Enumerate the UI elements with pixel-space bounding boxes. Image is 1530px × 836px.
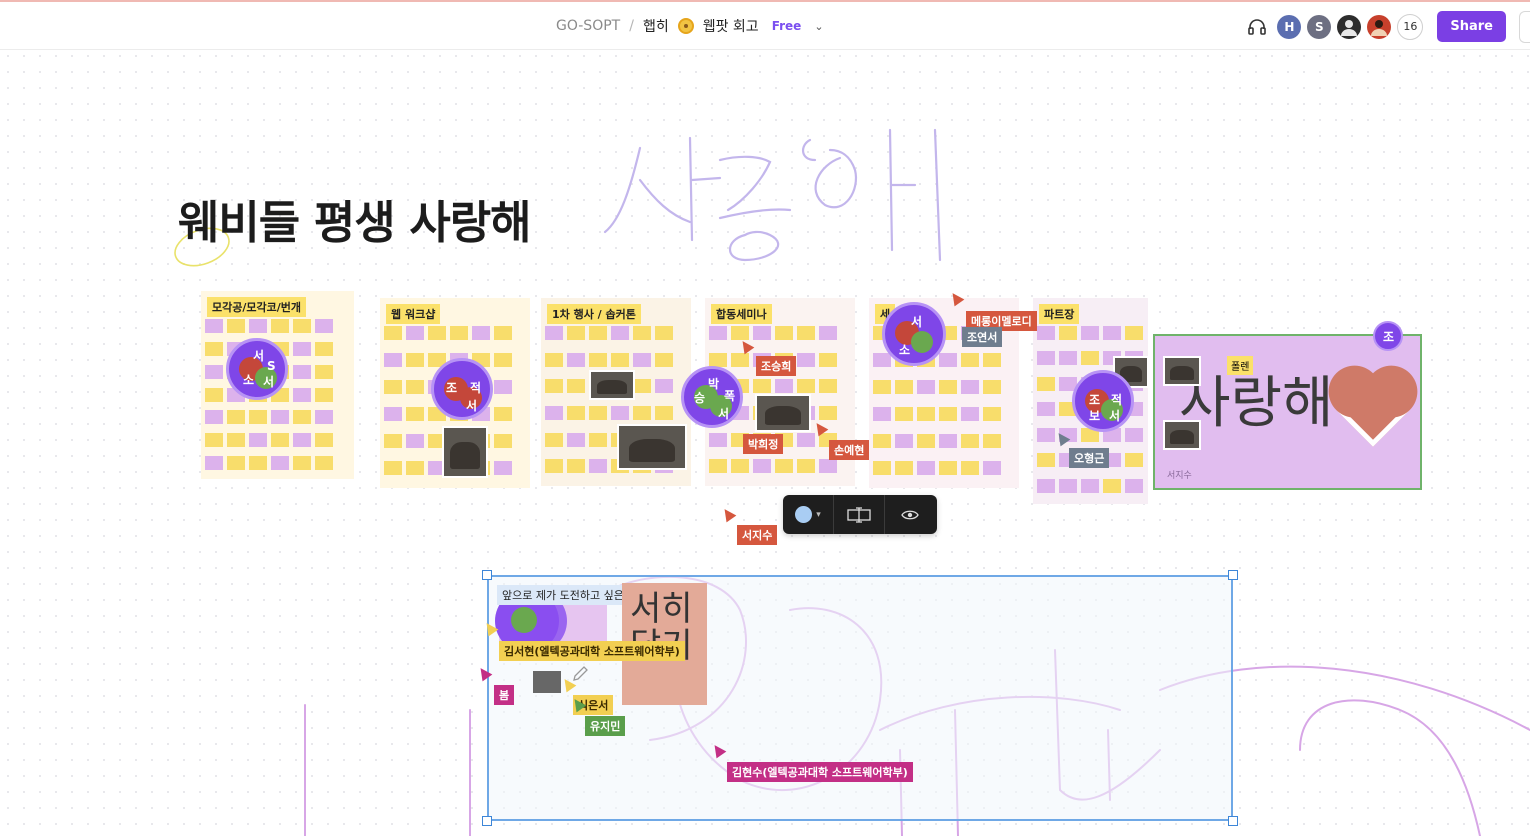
user-presence-avatar[interactable]: 조 <box>1373 321 1403 351</box>
resize-handle[interactable] <box>482 570 492 580</box>
frame-label: 합동세미나 <box>711 304 772 324</box>
text-box-icon <box>847 506 871 523</box>
share-button[interactable]: Share <box>1437 11 1506 42</box>
cursor-name-tag: 조연서 <box>962 327 1003 347</box>
photo[interactable] <box>1163 356 1201 386</box>
chevron-down-icon[interactable]: ⌄ <box>814 20 823 33</box>
sticky-grid <box>201 315 354 479</box>
text-resize-button[interactable] <box>834 495 884 534</box>
collaborator-cluster[interactable]: 서 S 소 서 <box>226 338 288 400</box>
chevron-down-icon: ▾ <box>816 509 821 520</box>
cursor-name-tag: 봄 <box>494 685 515 705</box>
resize-handle[interactable] <box>1228 816 1238 826</box>
cursor-name-tag: 유지민 <box>585 716 626 736</box>
photo[interactable] <box>442 426 488 478</box>
cursor-name-tag: 조승희 <box>756 356 797 376</box>
cursor-name-tag: 오형근 <box>1069 448 1110 468</box>
avatar[interactable]: S <box>1307 14 1332 39</box>
avatar[interactable] <box>1367 14 1392 39</box>
photo[interactable] <box>589 370 635 400</box>
board-title[interactable]: 웨비들 평생 사랑해 <box>178 186 532 251</box>
board-canvas[interactable]: 웨비들 평생 사랑해 모각공/모각코/번개 웹 워크샵 1차 행사 / 솝커톤 <box>0 50 1530 836</box>
card-author: 서지수 <box>1167 471 1192 481</box>
breadcrumb-separator: / <box>629 18 634 34</box>
user-photo-icon <box>1371 19 1388 36</box>
frame-label: 파트장 <box>1039 304 1080 324</box>
collaborator-count[interactable]: 16 <box>1397 13 1424 40</box>
cursor-name-tag: 서지수 <box>737 525 778 545</box>
resize-handle[interactable] <box>1228 570 1238 580</box>
avatar[interactable] <box>1337 14 1362 39</box>
frame-label: 앞으로 제가 도전하고 싶은것 <box>497 585 639 605</box>
sunflower-icon <box>677 18 694 34</box>
color-swatch-icon <box>795 506 813 523</box>
resize-handle[interactable] <box>482 816 492 826</box>
image-card[interactable] <box>533 671 561 693</box>
heart-icon <box>1336 373 1410 447</box>
board-name[interactable]: 웹팟 회고 <box>703 16 759 36</box>
photo[interactable] <box>617 424 687 470</box>
cursor-name-tag: 손예현 <box>829 440 870 460</box>
love-text: 사랑해 <box>1179 371 1334 436</box>
collaborator-cluster[interactable]: 승 박 폭 서 <box>681 366 743 428</box>
frame-label: 웹 워크샵 <box>386 304 441 324</box>
collaborator-cluster[interactable]: 서 소 <box>882 302 946 366</box>
collaborator-cluster[interactable]: 조 적 보 서 <box>1072 370 1134 432</box>
love-card[interactable]: 폴렌 사랑해 서지수 <box>1153 334 1422 490</box>
pencil-icon <box>573 666 588 681</box>
cursor-name-tag: 박희정 <box>743 434 784 454</box>
team-name[interactable]: GO-SOPT <box>556 18 620 34</box>
photo[interactable] <box>755 394 811 432</box>
plan-badge: Free <box>771 19 802 33</box>
collaborator-cluster[interactable]: 조 적 서 <box>431 358 493 420</box>
color-picker-button[interactable]: ▾ <box>783 495 833 534</box>
frame-label: 1차 행사 / 솝커톤 <box>547 304 641 324</box>
selection-toolbar: ▾ <box>783 495 937 534</box>
frame-label: 모각공/모각코/번개 <box>207 297 306 317</box>
photo[interactable] <box>1163 420 1201 450</box>
breadcrumb: GO-SOPT / 햅히 웹팟 회고 Free ⌄ <box>556 16 824 36</box>
board-header: GO-SOPT / 햅히 웹팟 회고 Free ⌄ H S 16 Share <box>0 2 1530 50</box>
avatar[interactable]: H <box>1277 14 1302 39</box>
headphones-icon[interactable] <box>1243 13 1271 41</box>
side-panel-tab[interactable] <box>1519 11 1530 43</box>
header-actions: H S 16 Share <box>1243 11 1506 42</box>
user-silhouette-icon <box>1341 19 1358 36</box>
visibility-button[interactable] <box>885 495 935 534</box>
cursor-name-tag: 김현수(엘텍공과대학 소프트웨어학부) <box>727 762 913 782</box>
cursor-name-tag: 김서현(엘텍공과대학 소프트웨어학부) <box>499 641 685 661</box>
eye-icon <box>901 510 919 519</box>
frame-first-event[interactable]: 1차 행사 / 솝커톤 <box>541 298 691 486</box>
board-name-prefix[interactable]: 햅히 <box>643 16 669 36</box>
